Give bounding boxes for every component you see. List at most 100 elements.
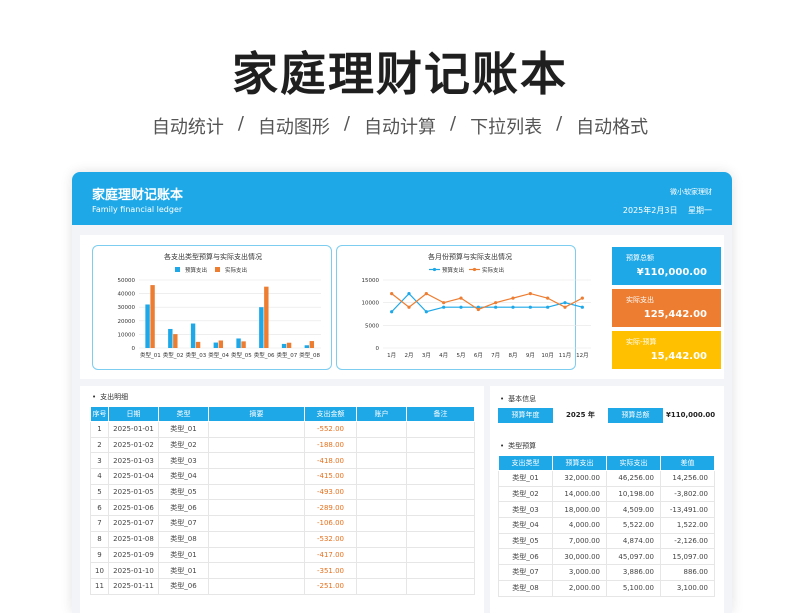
table-cell[interactable]: 类型_02	[498, 485, 553, 503]
table-cell[interactable]	[406, 421, 475, 438]
table-cell[interactable]	[406, 546, 475, 564]
table-cell[interactable]: 30,000.00	[552, 548, 607, 566]
table-cell[interactable]: 类型_03	[498, 501, 553, 519]
data-point[interactable]	[528, 305, 532, 309]
table-cell[interactable]: 15,097.00	[660, 548, 715, 566]
table-cell[interactable]: 类型_01	[158, 421, 209, 438]
line-chart-box[interactable]: 各月份预算与实际支出情况 预算支出 实际支出 0 5000 10000 15000 1月 2月 3…	[336, 245, 591, 370]
column-header[interactable]: 序号	[90, 406, 109, 422]
table-cell[interactable]: -415.00	[304, 468, 357, 485]
table-cell[interactable]	[356, 499, 407, 517]
data-point[interactable]	[390, 292, 394, 296]
table-cell[interactable]	[208, 421, 305, 438]
data-point[interactable]	[390, 310, 394, 314]
table-cell[interactable]: 1,522.00	[660, 517, 715, 534]
table-cell[interactable]: -418.00	[304, 452, 357, 470]
data-point[interactable]	[546, 305, 550, 309]
table-cell[interactable]	[208, 468, 305, 485]
column-header[interactable]: 备注	[406, 406, 475, 422]
table-cell[interactable]	[356, 530, 407, 548]
column-header[interactable]: 支出金额	[304, 406, 357, 422]
table-cell[interactable]: 7	[90, 515, 109, 532]
table-cell[interactable]	[406, 483, 475, 501]
column-header[interactable]: 差值	[660, 455, 715, 471]
bar-chart-box[interactable]: 各支出类型预算与实际支出情况 预算支出 实际支出 0 10000 20000 30000 40…	[92, 245, 332, 370]
table-cell[interactable]: 类型_07	[498, 564, 553, 581]
table-cell[interactable]	[208, 452, 305, 470]
table-cell[interactable]: 3	[90, 452, 109, 470]
table-cell[interactable]: 类型_04	[158, 468, 209, 485]
table-cell[interactable]	[356, 577, 407, 595]
data-point[interactable]	[407, 305, 411, 309]
table-cell[interactable]	[208, 546, 305, 564]
budget-total-value[interactable]: ¥110,000.00	[666, 408, 715, 423]
table-cell[interactable]: 2025-01-01	[108, 421, 159, 438]
table-cell[interactable]: 45,097.00	[606, 548, 661, 566]
data-point[interactable]	[563, 301, 567, 305]
bar[interactable]	[190, 323, 196, 348]
table-cell[interactable]: 类型_06	[158, 499, 209, 517]
table-cell[interactable]: -188.00	[304, 436, 357, 454]
table-cell[interactable]	[208, 562, 305, 579]
data-point[interactable]	[442, 305, 446, 309]
table-cell[interactable]: 类型_01	[158, 562, 209, 579]
table-cell[interactable]: 3,000.00	[552, 564, 607, 581]
table-cell[interactable]: 类型_01	[158, 546, 209, 564]
table-cell[interactable]: 1	[90, 421, 109, 438]
table-cell[interactable]: 14,256.00	[660, 470, 715, 487]
data-point[interactable]	[511, 305, 515, 309]
bar[interactable]	[173, 334, 178, 348]
bar[interactable]	[218, 340, 224, 348]
bar[interactable]	[236, 338, 241, 348]
table-cell[interactable]: 类型_03	[158, 452, 209, 470]
table-row[interactable]: 类型_06 30,000.00 45,097.00 15,097.00	[498, 548, 715, 566]
data-point[interactable]	[459, 296, 463, 300]
table-cell[interactable]: 类型_05	[498, 532, 553, 550]
table-cell[interactable]	[208, 530, 305, 548]
table-cell[interactable]	[208, 515, 305, 532]
data-point[interactable]	[476, 307, 480, 312]
table-row[interactable]: 类型_01 32,000.00 46,256.00 14,256.00	[498, 470, 715, 487]
table-row[interactable]: 类型_03 18,000.00 4,509.00 -13,491.00	[498, 501, 715, 519]
table-cell[interactable]: 32,000.00	[552, 470, 607, 487]
table-row[interactable]: 5 2025-01-05 类型_05 -493.00	[90, 483, 475, 501]
table-cell[interactable]: 6	[90, 499, 109, 517]
table-cell[interactable]: 类型_02	[158, 436, 209, 454]
data-point[interactable]	[494, 301, 498, 305]
table-cell[interactable]: 5,100.00	[606, 579, 661, 597]
table-cell[interactable]: 类型_07	[158, 515, 209, 532]
bar[interactable]	[145, 304, 150, 348]
bar[interactable]	[304, 345, 310, 348]
bar[interactable]	[213, 342, 219, 348]
column-header[interactable]: 账户	[356, 406, 407, 422]
table-cell[interactable]: 10	[90, 562, 109, 579]
table-cell[interactable]	[356, 562, 407, 579]
table-cell[interactable]: 4	[90, 468, 109, 485]
table-cell[interactable]: 11	[90, 577, 109, 595]
table-row[interactable]: 10 2025-01-10 类型_01 -351.00	[90, 562, 475, 579]
table-cell[interactable]: 3,886.00	[606, 564, 661, 581]
table-cell[interactable]: -552.00	[304, 421, 357, 438]
table-cell[interactable]: 10,198.00	[606, 485, 661, 503]
table-cell[interactable]: 2025-01-02	[108, 436, 159, 454]
table-cell[interactable]: 类型_01	[498, 470, 553, 487]
table-cell[interactable]: 2025-01-05	[108, 483, 159, 501]
table-row[interactable]: 类型_02 14,000.00 10,198.00 -3,802.00	[498, 485, 715, 503]
column-header[interactable]: 预算支出	[552, 455, 607, 471]
table-cell[interactable]: 4,000.00	[552, 517, 607, 534]
table-row[interactable]: 2 2025-01-02 类型_02 -188.00	[90, 436, 475, 454]
table-cell[interactable]	[406, 452, 475, 470]
data-point[interactable]	[580, 305, 584, 309]
table-cell[interactable]: 2025-01-09	[108, 546, 159, 564]
table-cell[interactable]	[356, 421, 407, 438]
table-cell[interactable]: 2	[90, 436, 109, 454]
table-row[interactable]: 7 2025-01-07 类型_07 -106.00	[90, 515, 475, 532]
table-cell[interactable]: -532.00	[304, 530, 357, 548]
table-cell[interactable]	[406, 499, 475, 517]
data-point[interactable]	[580, 296, 584, 300]
table-cell[interactable]: -493.00	[304, 483, 357, 501]
table-row[interactable]: 类型_04 4,000.00 5,522.00 1,522.00	[498, 517, 715, 534]
bar[interactable]	[309, 341, 315, 348]
table-cell[interactable]	[356, 452, 407, 470]
table-cell[interactable]: -351.00	[304, 562, 357, 579]
